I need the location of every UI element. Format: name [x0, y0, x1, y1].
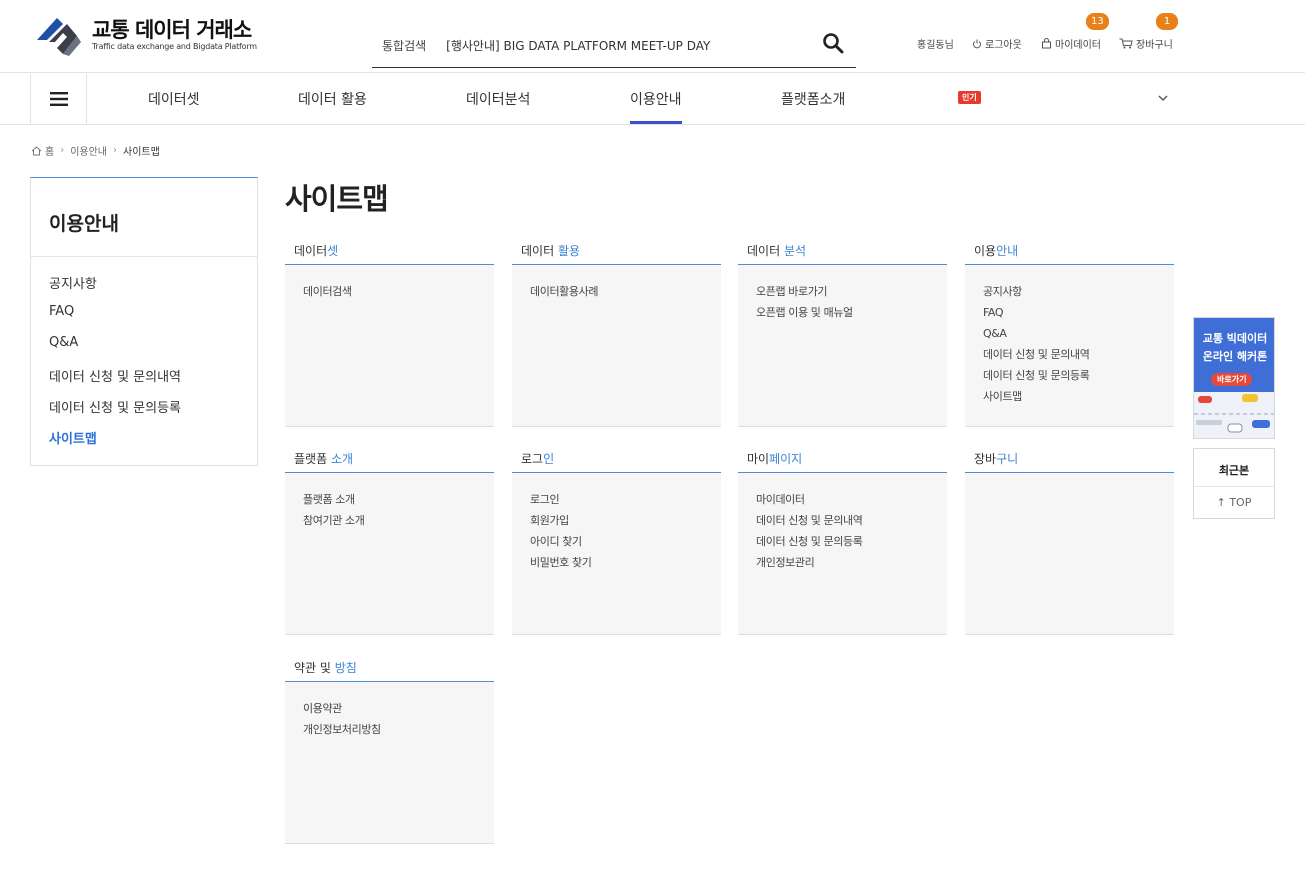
section-heading[interactable]: 플랫폼 소개 [285, 448, 494, 473]
banner-illustration [1194, 392, 1274, 438]
mydata-label: 마이데이터 [1055, 40, 1101, 51]
side-menu-list: 공지사항 FAQ Q&A 데이터 신청 및 문의내역 데이터 신청 및 문의등록… [31, 257, 257, 459]
search-label: 통합검색 [382, 39, 427, 53]
sitemap-link[interactable]: 오픈랩 이용 및 매뉴얼 [756, 302, 947, 323]
section-heading[interactable]: 이용안내 [965, 240, 1174, 265]
side-menu: 이용안내 공지사항 FAQ Q&A 데이터 신청 및 문의내역 데이터 신청 및… [30, 177, 258, 466]
logo-icon [37, 18, 81, 56]
breadcrumb-guide[interactable]: 이용안내 [70, 143, 107, 158]
sitemap-link[interactable]: 마이데이터 [756, 489, 947, 510]
breadcrumb-separator: › [113, 145, 118, 156]
breadcrumb-current: 사이트맵 [123, 147, 160, 158]
chevron-down-icon[interactable] [1157, 92, 1169, 104]
section-heading[interactable]: 데이터 활용 [512, 240, 721, 265]
sitemap-link[interactable]: 비밀번호 찾기 [530, 552, 721, 573]
side-item-faq[interactable]: FAQ [49, 304, 257, 335]
search-icon[interactable] [822, 32, 844, 54]
bag-icon [1042, 38, 1051, 49]
sitemap-link[interactable]: 데이터검색 [303, 281, 494, 302]
recent-view-button[interactable]: 최근본 [1194, 449, 1274, 487]
breadcrumb-home[interactable]: 홈 [45, 143, 54, 158]
logout-link[interactable]: 로그아웃 [972, 36, 1022, 51]
sitemap-section-dataset: 데이터셋 데이터검색 [285, 240, 494, 427]
section-heading[interactable]: 약관 및 방침 [285, 657, 494, 682]
banner-line-2: 온라인 해커톤 [1202, 350, 1268, 363]
sitemap-section-platform: 플랫폼 소개 플랫폼 소개 참여기관 소개 [285, 448, 494, 635]
sitemap-link[interactable]: 참여기관 소개 [303, 510, 494, 531]
side-item-request-register[interactable]: 데이터 신청 및 문의등록 [49, 397, 257, 428]
page-title: 사이트맵 [285, 182, 389, 216]
top-header: 교통 데이터 거래소 Traffic data exchange and Big… [0, 0, 1305, 73]
sitemap-link[interactable]: 개인정보처리방침 [303, 719, 494, 740]
nav-platform-intro[interactable]: 플랫폼소개 [781, 89, 845, 109]
sitemap-section-data-analysis: 데이터 분석 오픈랩 바로가기 오픈랩 이용 및 매뉴얼 [738, 240, 947, 427]
logout-label: 로그아웃 [985, 40, 1022, 51]
traffic-illustration-icon [1194, 394, 1274, 433]
sitemap-link[interactable]: 회원가입 [530, 510, 721, 531]
user-name: 홍길동님 [917, 40, 954, 51]
sitemap-link[interactable]: FAQ [983, 302, 1174, 323]
recent-view-panel: 최근본 ↑ TOP [1193, 448, 1275, 519]
sitemap-link[interactable]: 데이터 신청 및 문의등록 [983, 365, 1174, 386]
cart-count-badge: 1 [1156, 13, 1178, 30]
home-icon[interactable] [31, 145, 42, 156]
sitemap-link[interactable]: 데이터 신청 및 문의내역 [983, 344, 1174, 365]
section-heading[interactable]: 데이터셋 [285, 240, 494, 265]
banner-go-button[interactable]: 바로가기 [1211, 373, 1253, 386]
sitemap-section-terms: 약관 및 방침 이용약관 개인정보처리방침 [285, 657, 494, 844]
side-item-notice[interactable]: 공지사항 [49, 273, 257, 304]
section-heading[interactable]: 데이터 분석 [738, 240, 947, 265]
section-heading[interactable]: 마이페이지 [738, 448, 947, 473]
sitemap-link[interactable]: 이용약관 [303, 698, 494, 719]
sitemap-link[interactable]: 데이터 신청 및 문의등록 [756, 531, 947, 552]
sitemap-section-guide: 이용안내 공지사항 FAQ Q&A 데이터 신청 및 문의내역 데이터 신청 및… [965, 240, 1174, 427]
sitemap-section-login: 로그인 로그인 회원가입 아이디 찾기 비밀번호 찾기 [512, 448, 721, 635]
sitemap-link[interactable]: 사이트맵 [983, 386, 1174, 407]
section-heading[interactable]: 로그인 [512, 448, 721, 473]
power-icon [973, 39, 981, 48]
sitemap-section-data-usage: 데이터 활용 데이터활용사례 [512, 240, 721, 427]
nav-dataset[interactable]: 데이터셋 [148, 89, 200, 109]
side-item-sitemap[interactable]: 사이트맵 [49, 428, 257, 459]
cart-link[interactable]: 장바구니 [1119, 36, 1173, 51]
sitemap-link[interactable]: 로그인 [530, 489, 721, 510]
mydata-count-badge: 13 [1086, 13, 1109, 30]
main-nav: 데이터셋 데이터 활용 데이터분석 이용안내 플랫폼소개 인기 [0, 74, 1305, 125]
sitemap-link[interactable]: 플랫폼 소개 [303, 489, 494, 510]
side-menu-title: 이용안내 [31, 178, 257, 257]
sitemap-link[interactable]: 오픈랩 바로가기 [756, 281, 947, 302]
nav-data-analysis[interactable]: 데이터분석 [466, 89, 530, 109]
logo-subtitle: Traffic data exchange and Bigdata Platfo… [92, 42, 257, 51]
site-logo[interactable]: 교통 데이터 거래소 Traffic data exchange and Big… [33, 10, 257, 60]
side-item-request-history[interactable]: 데이터 신청 및 문의내역 [49, 366, 257, 397]
sitemap-link[interactable]: 아이디 찾기 [530, 531, 721, 552]
cart-icon [1119, 38, 1133, 49]
banner-line-1: 교통 빅데이터 [1202, 332, 1268, 345]
section-heading[interactable]: 장바구니 [965, 448, 1174, 473]
logo-title: 교통 데이터 거래소 [92, 18, 252, 42]
cart-label: 장바구니 [1136, 40, 1173, 51]
sitemap-link[interactable]: 공지사항 [983, 281, 1174, 302]
sitemap-section-mypage: 마이페이지 마이데이터 데이터 신청 및 문의내역 데이터 신청 및 문의등록 … [738, 448, 947, 635]
mydata-link[interactable]: 마이데이터 [1041, 36, 1101, 51]
integrated-search: 통합검색 [372, 24, 856, 68]
sitemap-link[interactable]: 개인정보관리 [756, 552, 947, 573]
hackathon-banner[interactable]: 교통 빅데이터 온라인 해커톤 바로가기 [1193, 317, 1275, 439]
breadcrumb: 홈 › 이용안내 › 사이트맵 [31, 143, 160, 158]
hot-badge[interactable]: 인기 [958, 91, 981, 104]
scroll-top-button[interactable]: ↑ TOP [1194, 487, 1274, 519]
sitemap-link[interactable]: Q&A [983, 323, 1174, 344]
sitemap-section-cart: 장바구니 [965, 448, 1174, 635]
nav-guide[interactable]: 이용안내 [630, 89, 682, 124]
hamburger-icon [49, 92, 68, 106]
nav-data-usage[interactable]: 데이터 활용 [298, 89, 367, 109]
sitemap-link[interactable]: 데이터 신청 및 문의내역 [756, 510, 947, 531]
menu-button[interactable] [30, 74, 87, 124]
breadcrumb-separator: › [60, 145, 65, 156]
sitemap-link[interactable]: 데이터활용사례 [530, 281, 721, 302]
search-input[interactable] [446, 38, 797, 53]
side-item-qna[interactable]: Q&A [49, 335, 257, 366]
